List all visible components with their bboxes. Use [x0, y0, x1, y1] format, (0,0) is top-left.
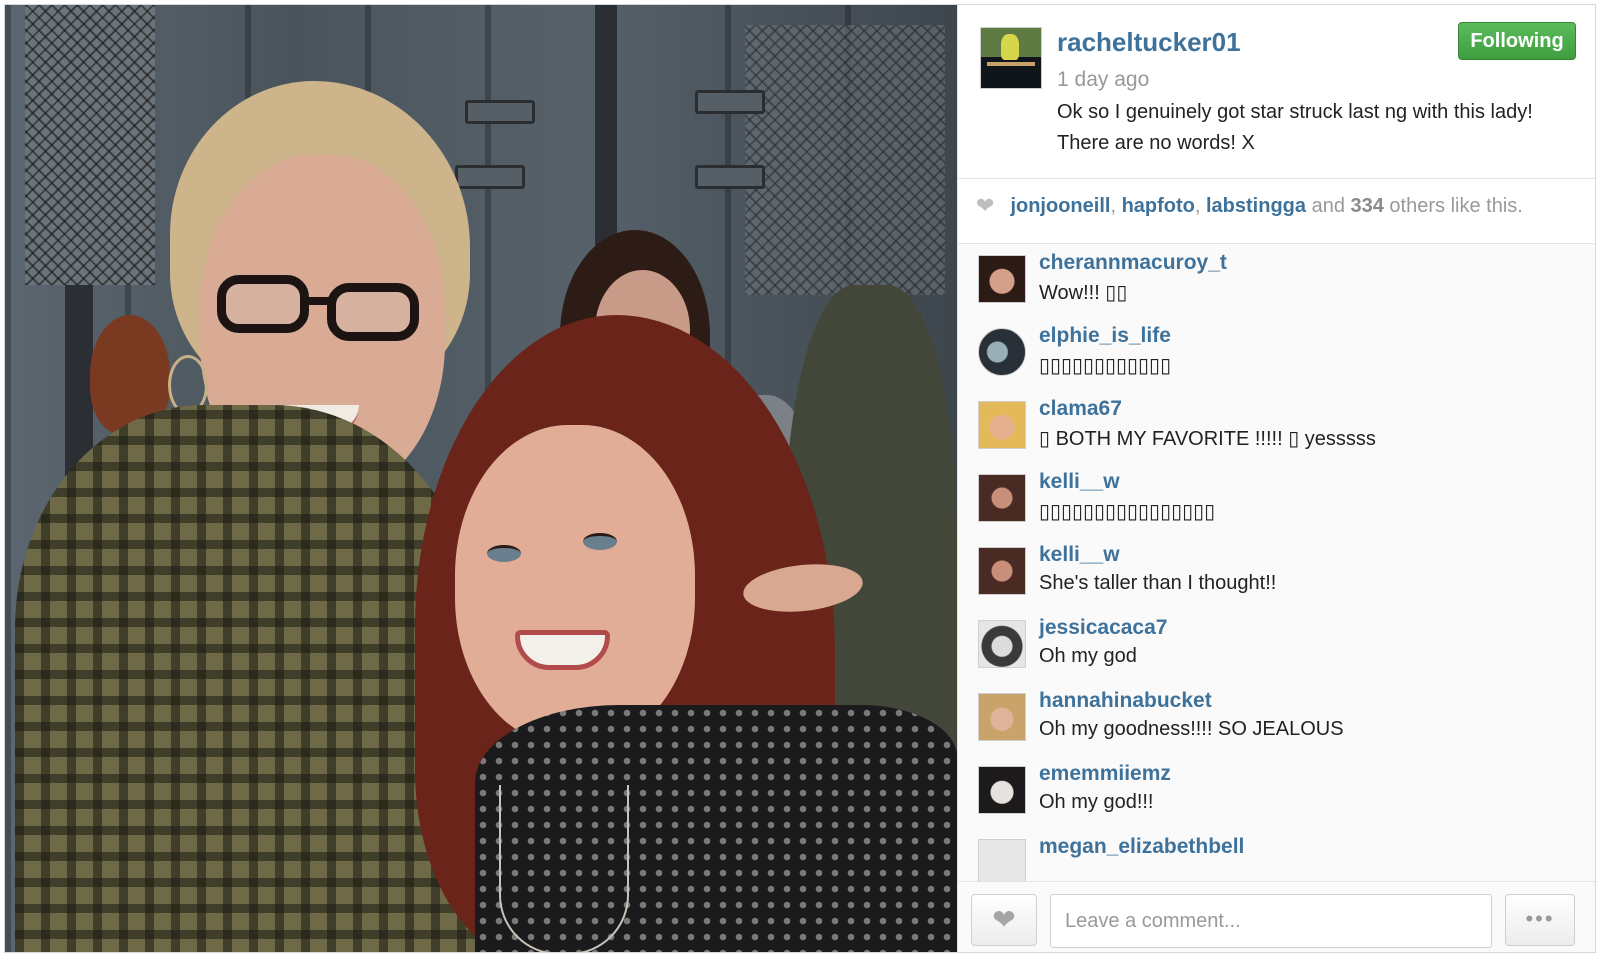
- following-button[interactable]: Following: [1458, 22, 1576, 60]
- comment-input[interactable]: [1050, 894, 1492, 948]
- comment-item: cherannmacuroy_t Wow!!! ▯▯: [958, 244, 1595, 317]
- comment-item: kelli__w She's taller than I thought!!: [958, 536, 1595, 609]
- photo-eye: [583, 533, 617, 550]
- divider: [958, 178, 1595, 179]
- comment-text: Oh my god: [1039, 645, 1137, 667]
- comment-item: jessicacaca7 Oh my god: [958, 609, 1595, 682]
- comment-username[interactable]: megan_elizabethbell: [1039, 835, 1244, 859]
- comment-item: kelli__w ▯▯▯▯▯▯▯▯▯▯▯▯▯▯▯▯: [958, 463, 1595, 536]
- photo-glasses-left-lens: [217, 275, 309, 333]
- commenter-avatar[interactable]: [978, 839, 1026, 881]
- post-caption: Ok so I genuinely got star struck last n…: [1057, 101, 1533, 154]
- photo-eye: [487, 545, 521, 562]
- comment-item: clama67 ▯ BOTH MY FAVORITE !!!!! ▯ yesss…: [958, 390, 1595, 463]
- post-timestamp: 1 day ago: [1057, 68, 1150, 91]
- commenter-avatar[interactable]: [978, 620, 1026, 668]
- comment-text: ▯ BOTH MY FAVORITE !!!!! ▯ yesssss: [1039, 428, 1376, 450]
- commenter-avatar[interactable]: [978, 328, 1026, 376]
- like-button[interactable]: ❤: [971, 894, 1037, 946]
- post-modal: racheltucker01 1 day ago Ok so I genuine…: [4, 4, 1596, 953]
- comment-text: Wow!!! ▯▯: [1039, 282, 1128, 304]
- avatar-figure: [1001, 34, 1019, 60]
- photo-slot: [465, 100, 535, 124]
- commenter-avatar[interactable]: [978, 766, 1026, 814]
- comment-username[interactable]: ememmiiemz: [1039, 762, 1171, 786]
- liker-separator: ,: [1194, 195, 1206, 217]
- comments-list[interactable]: cherannmacuroy_t Wow!!! ▯▯ elphie_is_lif…: [958, 244, 1595, 881]
- author-avatar[interactable]: [980, 27, 1042, 89]
- likes-suffix: others like this.: [1383, 195, 1523, 217]
- author-username[interactable]: racheltucker01: [1057, 27, 1241, 58]
- photo-glasses-bridge: [303, 297, 335, 305]
- liker-separator: ,: [1110, 195, 1122, 217]
- photo-grate: [25, 5, 155, 285]
- likes-and-text: and: [1306, 195, 1351, 217]
- comment-text: She's taller than I thought!!: [1039, 572, 1277, 594]
- comment-username[interactable]: jessicacaca7: [1039, 616, 1167, 640]
- comment-username[interactable]: hannahinabucket: [1039, 689, 1212, 713]
- comment-username[interactable]: elphie_is_life: [1039, 324, 1171, 348]
- comment-text: ▯▯▯▯▯▯▯▯▯▯▯▯▯▯▯▯: [1039, 501, 1216, 523]
- photo-slot: [455, 165, 525, 189]
- comment-text: Oh my goodness!!!! SO JEALOUS: [1039, 718, 1344, 740]
- photo-grate: [745, 25, 945, 295]
- comment-item: elphie_is_life ▯▯▯▯▯▯▯▯▯▯▯▯: [958, 317, 1595, 390]
- avatar-cover-art: [987, 62, 1035, 66]
- commenter-avatar[interactable]: [978, 255, 1026, 303]
- comment-item: megan_elizabethbell: [958, 828, 1595, 881]
- comment-item: hannahinabucket Oh my goodness!!!! SO JE…: [958, 682, 1595, 755]
- photo-slot: [695, 90, 765, 114]
- post-sidebar: racheltucker01 1 day ago Ok so I genuine…: [957, 5, 1595, 952]
- comment-username[interactable]: clama67: [1039, 397, 1122, 421]
- commenter-avatar[interactable]: [978, 693, 1026, 741]
- comment-username[interactable]: cherannmacuroy_t: [1039, 251, 1227, 275]
- photo-slot: [695, 165, 765, 189]
- comment-bar: ❤ •••: [958, 881, 1595, 952]
- comment-username[interactable]: kelli__w: [1039, 543, 1120, 567]
- commenter-avatar[interactable]: [978, 547, 1026, 595]
- likes-count[interactable]: 334: [1351, 195, 1384, 217]
- commenter-avatar[interactable]: [978, 474, 1026, 522]
- photo-woman-right-face: [455, 425, 695, 745]
- more-options-button[interactable]: •••: [1505, 894, 1575, 946]
- comment-item: ememmiiemz Oh my god!!!: [958, 755, 1595, 828]
- liker-link[interactable]: hapfoto: [1122, 195, 1195, 217]
- photo-necklace: [499, 785, 629, 952]
- comment-username[interactable]: kelli__w: [1039, 470, 1120, 494]
- heart-icon: ❤: [992, 904, 1016, 935]
- likes-summary: ❤ jonjooneill, hapfoto, labstingga and 33…: [976, 193, 1523, 219]
- post-photo[interactable]: [5, 5, 957, 952]
- liker-link[interactable]: jonjooneill: [1010, 195, 1110, 217]
- liker-link[interactable]: labstingga: [1206, 195, 1306, 217]
- commenter-avatar[interactable]: [978, 401, 1026, 449]
- heart-icon: ❤: [976, 193, 995, 218]
- comment-text: Oh my god!!!: [1039, 791, 1154, 813]
- photo-glasses-right-lens: [327, 283, 419, 341]
- comment-text: ▯▯▯▯▯▯▯▯▯▯▯▯: [1039, 355, 1172, 377]
